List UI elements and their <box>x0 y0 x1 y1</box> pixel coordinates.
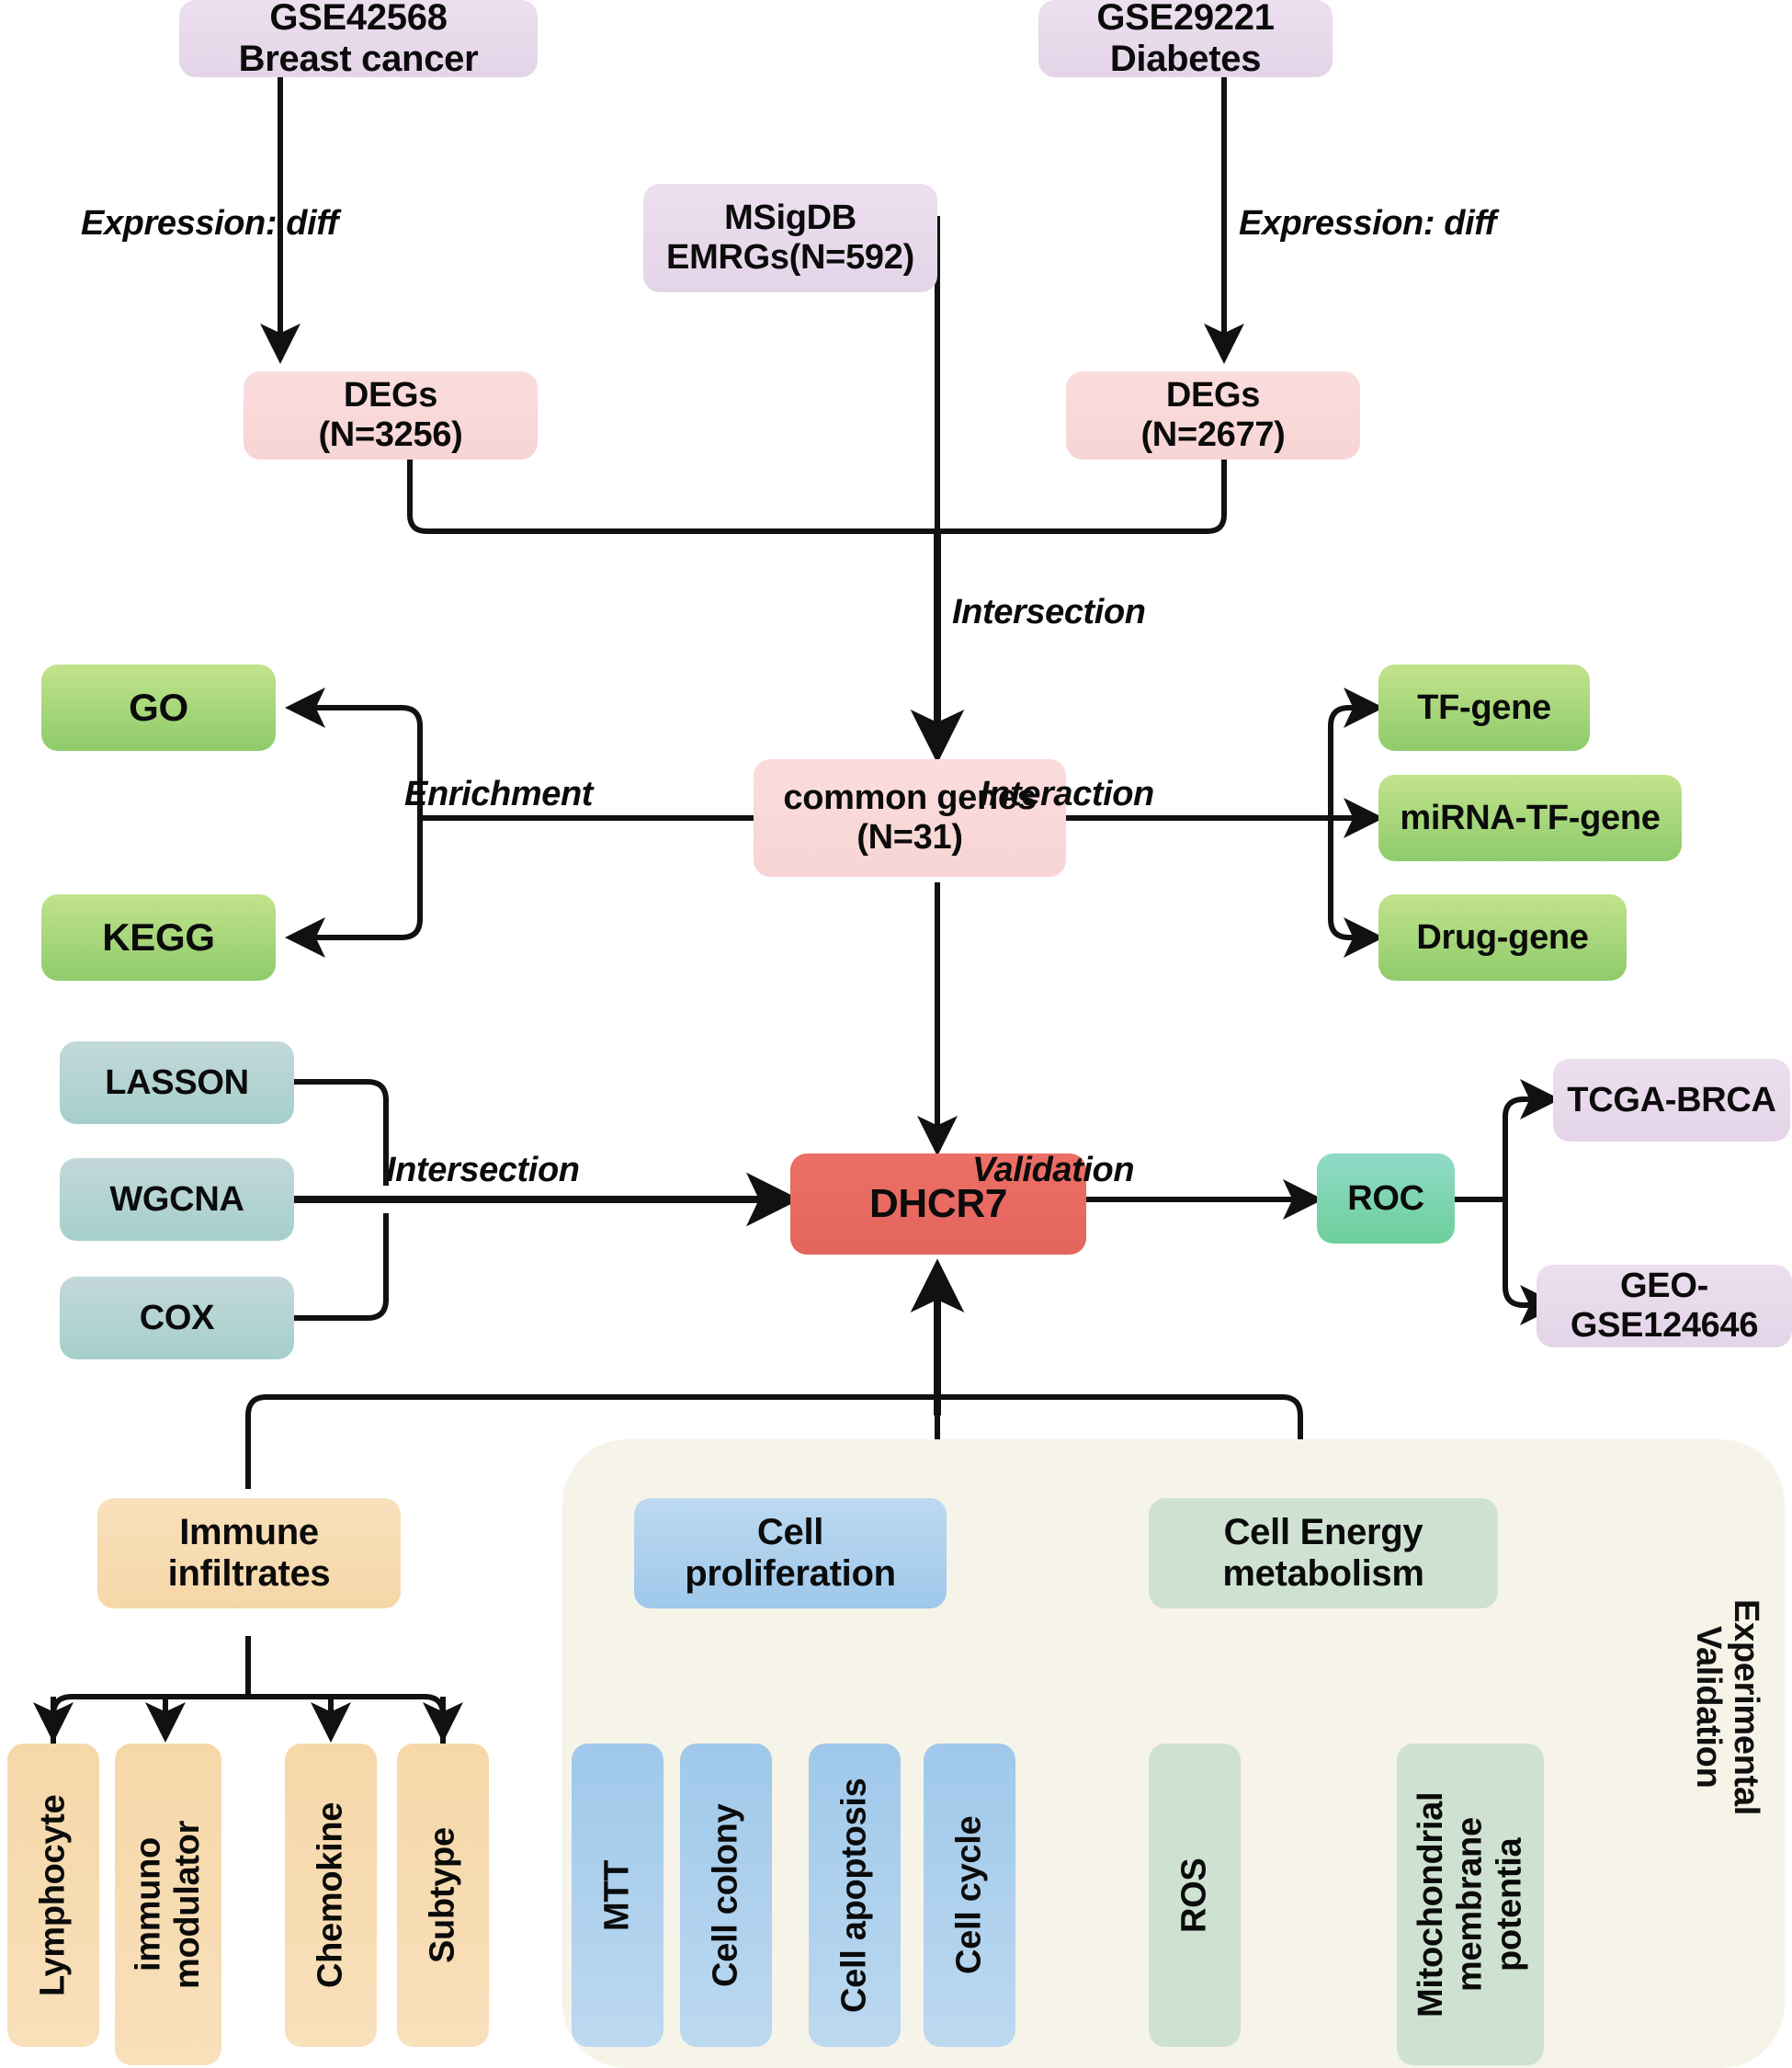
node-tf-gene[interactable]: TF-gene <box>1378 665 1590 751</box>
node-mirna-tf-gene[interactable]: miRNA-TF-gene <box>1378 775 1682 861</box>
node-ros[interactable]: ROS <box>1149 1744 1241 2047</box>
node-gse42568-breast-cancer[interactable]: GSE42568 Breast cancer <box>179 0 538 79</box>
node-gse29221-diabetes[interactable]: GSE29221 Diabetes <box>1038 0 1333 79</box>
node-go[interactable]: GO <box>41 665 276 751</box>
node-cell-colony[interactable]: Cell colony <box>680 1744 772 2047</box>
edge-label-expression-left: Expression: diff <box>81 204 339 243</box>
node-mtt[interactable]: MTT <box>572 1744 663 2047</box>
edge-label-interaction: Interaction <box>980 775 1154 813</box>
node-msigdb-emrgs[interactable]: MSigDB EMRGs(N=592) <box>643 184 937 292</box>
node-cell-proliferation[interactable]: Cell proliferation <box>634 1498 947 1608</box>
node-tcga-brca[interactable]: TCGA-BRCA <box>1553 1059 1790 1142</box>
node-geo-gse124646[interactable]: GEO-GSE124646 <box>1537 1265 1792 1347</box>
node-chemokine[interactable]: Chemokine <box>285 1744 377 2047</box>
node-immuno-modulator[interactable]: immuno modulator <box>115 1744 221 2065</box>
edge-label-intersection-mid: Intersection <box>386 1151 580 1189</box>
node-cell-energy-metabolism[interactable]: Cell Energy metabolism <box>1149 1498 1498 1608</box>
node-wgcna[interactable]: WGCNA <box>60 1158 294 1241</box>
node-immune-infiltrates[interactable]: Immune infiltrates <box>97 1498 401 1608</box>
node-degs-breast[interactable]: DEGs (N=3256) <box>244 371 538 460</box>
node-kegg[interactable]: KEGG <box>41 894 276 981</box>
node-mitochondrial-membrane-potential[interactable]: Mitochondrial membrane potentia <box>1397 1744 1544 2065</box>
edge-label-enrichment: Enrichment <box>404 775 594 813</box>
node-cell-cycle[interactable]: Cell cycle <box>924 1744 1015 2047</box>
node-subtype[interactable]: Subtype <box>397 1744 489 2047</box>
edge-label-validation: Validation <box>972 1151 1135 1189</box>
node-lymphocyte[interactable]: Lymphocyte <box>7 1744 99 2047</box>
experimental-validation-label: Experimental Validation <box>1688 1599 1765 1816</box>
node-degs-diabetes[interactable]: DEGs (N=2677) <box>1066 371 1360 460</box>
node-drug-gene[interactable]: Drug-gene <box>1378 894 1627 981</box>
edge-label-expression-right: Expression: diff <box>1239 204 1497 243</box>
node-cox[interactable]: COX <box>60 1277 294 1359</box>
edge-label-intersection-top: Intersection <box>952 593 1146 631</box>
node-lasson[interactable]: LASSON <box>60 1041 294 1124</box>
node-cell-apoptosis[interactable]: Cell apoptosis <box>809 1744 901 2047</box>
workflow-diagram: Experimental Validation GSE42568 Breast … <box>0 0 1792 2068</box>
node-roc[interactable]: ROC <box>1317 1153 1455 1244</box>
